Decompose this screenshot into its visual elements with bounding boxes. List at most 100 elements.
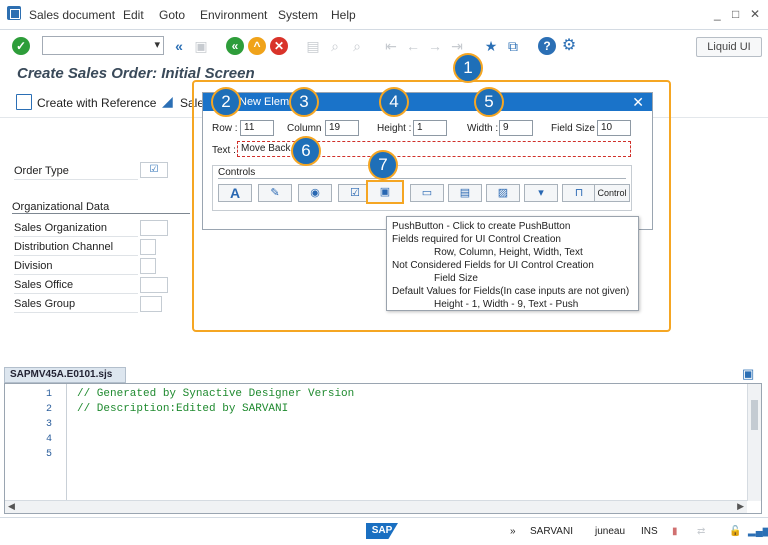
status-user: SARVANI xyxy=(530,526,573,537)
width-label: Width : xyxy=(467,123,499,134)
sales-group-field[interactable] xyxy=(140,296,162,312)
find-icon: ⌕ xyxy=(331,38,339,54)
previous-page-icon: ← xyxy=(406,38,420,54)
cancel-icon[interactable]: ✕ xyxy=(270,37,288,55)
help-icon[interactable]: ? xyxy=(538,37,556,55)
line-gutter: 1 2 3 4 5 xyxy=(5,384,67,501)
text-control-icon[interactable]: A xyxy=(218,184,252,202)
division-label: Division xyxy=(14,258,138,275)
maximize-button[interactable]: □ xyxy=(732,7,739,21)
copy-document-icon xyxy=(16,94,32,110)
scroll-right-icon[interactable]: ▶ xyxy=(737,501,744,512)
lock-icon: 🔓 xyxy=(729,526,742,537)
status-expand-icon[interactable]: » xyxy=(510,526,516,537)
tab-control-icon[interactable]: ⊓ xyxy=(562,184,596,202)
create-with-reference-button[interactable]: Create with Reference xyxy=(37,96,156,110)
line-number: 5 xyxy=(45,449,52,460)
last-page-icon: ⇥ xyxy=(451,38,463,54)
tooltip-line: Field Size xyxy=(434,273,478,284)
tooltip-line: PushButton - Click to create PushButton xyxy=(392,221,571,232)
chevron-down-icon[interactable]: ▾ xyxy=(154,38,160,51)
dist-channel-field[interactable] xyxy=(140,239,156,255)
menu-sales-document[interactable]: Sales document xyxy=(29,8,115,22)
callout-badge: 5 xyxy=(474,87,504,117)
code-line: // Description:Edited by SARVANI xyxy=(77,403,289,415)
new-element-dialog: New Element ✕ Row : 11 Column : 19 Heigh… xyxy=(202,92,653,230)
callout-badge: 1 xyxy=(453,53,483,83)
height-input[interactable]: 1 xyxy=(413,120,447,136)
command-field[interactable]: ▾ xyxy=(42,36,164,55)
status-server: juneau xyxy=(595,526,626,537)
tooltip-line: Height - 1, Width - 9, Text - Push xyxy=(434,299,579,310)
height-label: Height : xyxy=(377,123,412,134)
box-control-icon[interactable]: ▭ xyxy=(410,184,444,202)
line-number: 4 xyxy=(45,434,52,445)
callout-badge: 6 xyxy=(291,136,321,166)
gear-icon[interactable]: ⚙ xyxy=(560,37,578,55)
row-input[interactable]: 11 xyxy=(240,120,274,136)
sales-group-label: Sales Group xyxy=(14,296,138,313)
width-input[interactable]: 9 xyxy=(499,120,533,136)
division-field[interactable] xyxy=(140,258,156,274)
pushbutton-control-icon[interactable]: ▣ xyxy=(366,180,404,204)
callout-badge: 3 xyxy=(289,87,319,117)
callout-badge: 2 xyxy=(211,87,241,117)
status-link-icon: ⇄ xyxy=(697,526,706,537)
org-data-section-title: Organizational Data xyxy=(12,201,190,214)
shortcut-icon[interactable]: ⧉ xyxy=(504,37,522,55)
scroll-left-icon[interactable]: ◀ xyxy=(8,501,15,512)
tooltip-line: Not Considered Fields for UI Control Cre… xyxy=(392,260,594,271)
horizontal-scrollbar[interactable]: ◀ ▶ xyxy=(5,500,747,513)
row-label: Row : xyxy=(212,123,238,134)
status-bar: SAP » SARVANI juneau INS ▮ ⇄ 🔓 ▂▄▆ xyxy=(0,517,768,545)
menu-environment[interactable]: Environment xyxy=(200,8,267,22)
sales-icon: ◢ xyxy=(162,93,173,109)
sales-office-label: Sales Office xyxy=(14,277,138,294)
save-icon[interactable]: ▣ xyxy=(742,366,754,382)
new-session-icon[interactable]: ★ xyxy=(482,37,500,55)
status-mode: INS xyxy=(641,526,658,537)
menu-edit[interactable]: Edit xyxy=(123,8,144,22)
tooltip-line: Default Values for Fields(In case inputs… xyxy=(392,286,630,297)
sales-org-field[interactable] xyxy=(140,220,168,236)
menu-system[interactable]: System xyxy=(278,8,318,22)
menu-bar: Sales document Edit Goto Environment Sys… xyxy=(0,0,768,30)
vertical-scrollbar[interactable] xyxy=(747,384,761,501)
status-warning-icon: ▮ xyxy=(672,526,678,537)
image-control-icon[interactable]: ▨ xyxy=(486,184,520,202)
dropdown-control-icon[interactable]: ▾ xyxy=(524,184,558,202)
fieldsize-label: Field Size : xyxy=(551,123,601,134)
control-button[interactable]: Control xyxy=(594,184,630,202)
menu-help[interactable]: Help xyxy=(331,8,356,22)
back-icon[interactable]: « xyxy=(226,37,244,55)
pencil-control-icon[interactable]: ✎ xyxy=(258,184,292,202)
exit-icon[interactable]: ^ xyxy=(248,37,266,55)
radio-control-icon[interactable]: ◉ xyxy=(298,184,332,202)
fieldsize-input[interactable]: 10 xyxy=(597,120,631,136)
close-window-button[interactable]: ✕ xyxy=(750,7,760,21)
controls-group: Controls A ✎ ◉ ☑ ▣ ▭ ▤ ▨ ▾ ⊓ Control xyxy=(212,165,632,211)
callout-badge: 4 xyxy=(379,87,409,117)
order-type-label: Order Type xyxy=(14,163,138,180)
sap-window-icon[interactable] xyxy=(7,6,21,20)
back-arrows-icon[interactable]: « xyxy=(170,37,188,55)
sales-org-label: Sales Organization xyxy=(14,220,138,237)
table-control-icon[interactable]: ▤ xyxy=(448,184,482,202)
column-input[interactable]: 19 xyxy=(325,120,359,136)
system-toolbar: ✓ ▾ « ▣ « ^ ✕ ▤ ⌕ ⌕ ⇤ ← → ⇥ ★ ⧉ ? ⚙ Liqu… xyxy=(0,31,768,61)
liquid-ui-button[interactable]: Liquid UI xyxy=(696,37,762,57)
script-editor[interactable]: 1 2 3 4 5 // Generated by Synactive Desi… xyxy=(4,383,762,514)
tooltip-line: Row, Column, Height, Width, Text xyxy=(434,247,583,258)
close-icon[interactable]: ✕ xyxy=(632,93,644,111)
enter-icon[interactable]: ✓ xyxy=(12,37,30,55)
minimize-button[interactable]: _ xyxy=(714,7,721,21)
editor-file-tab[interactable]: SAPMV45A.E0101.sjs xyxy=(4,367,126,383)
pushbutton-tooltip: PushButton - Click to create PushButton … xyxy=(386,216,639,311)
dialog-title: New Element xyxy=(203,93,652,111)
sales-office-field[interactable] xyxy=(140,277,168,293)
scroll-thumb[interactable] xyxy=(751,400,758,430)
sap-logo: SAP xyxy=(366,523,398,539)
order-type-field[interactable]: ☑ xyxy=(140,162,168,178)
menu-goto[interactable]: Goto xyxy=(159,8,185,22)
callout-badge: 7 xyxy=(368,150,398,180)
